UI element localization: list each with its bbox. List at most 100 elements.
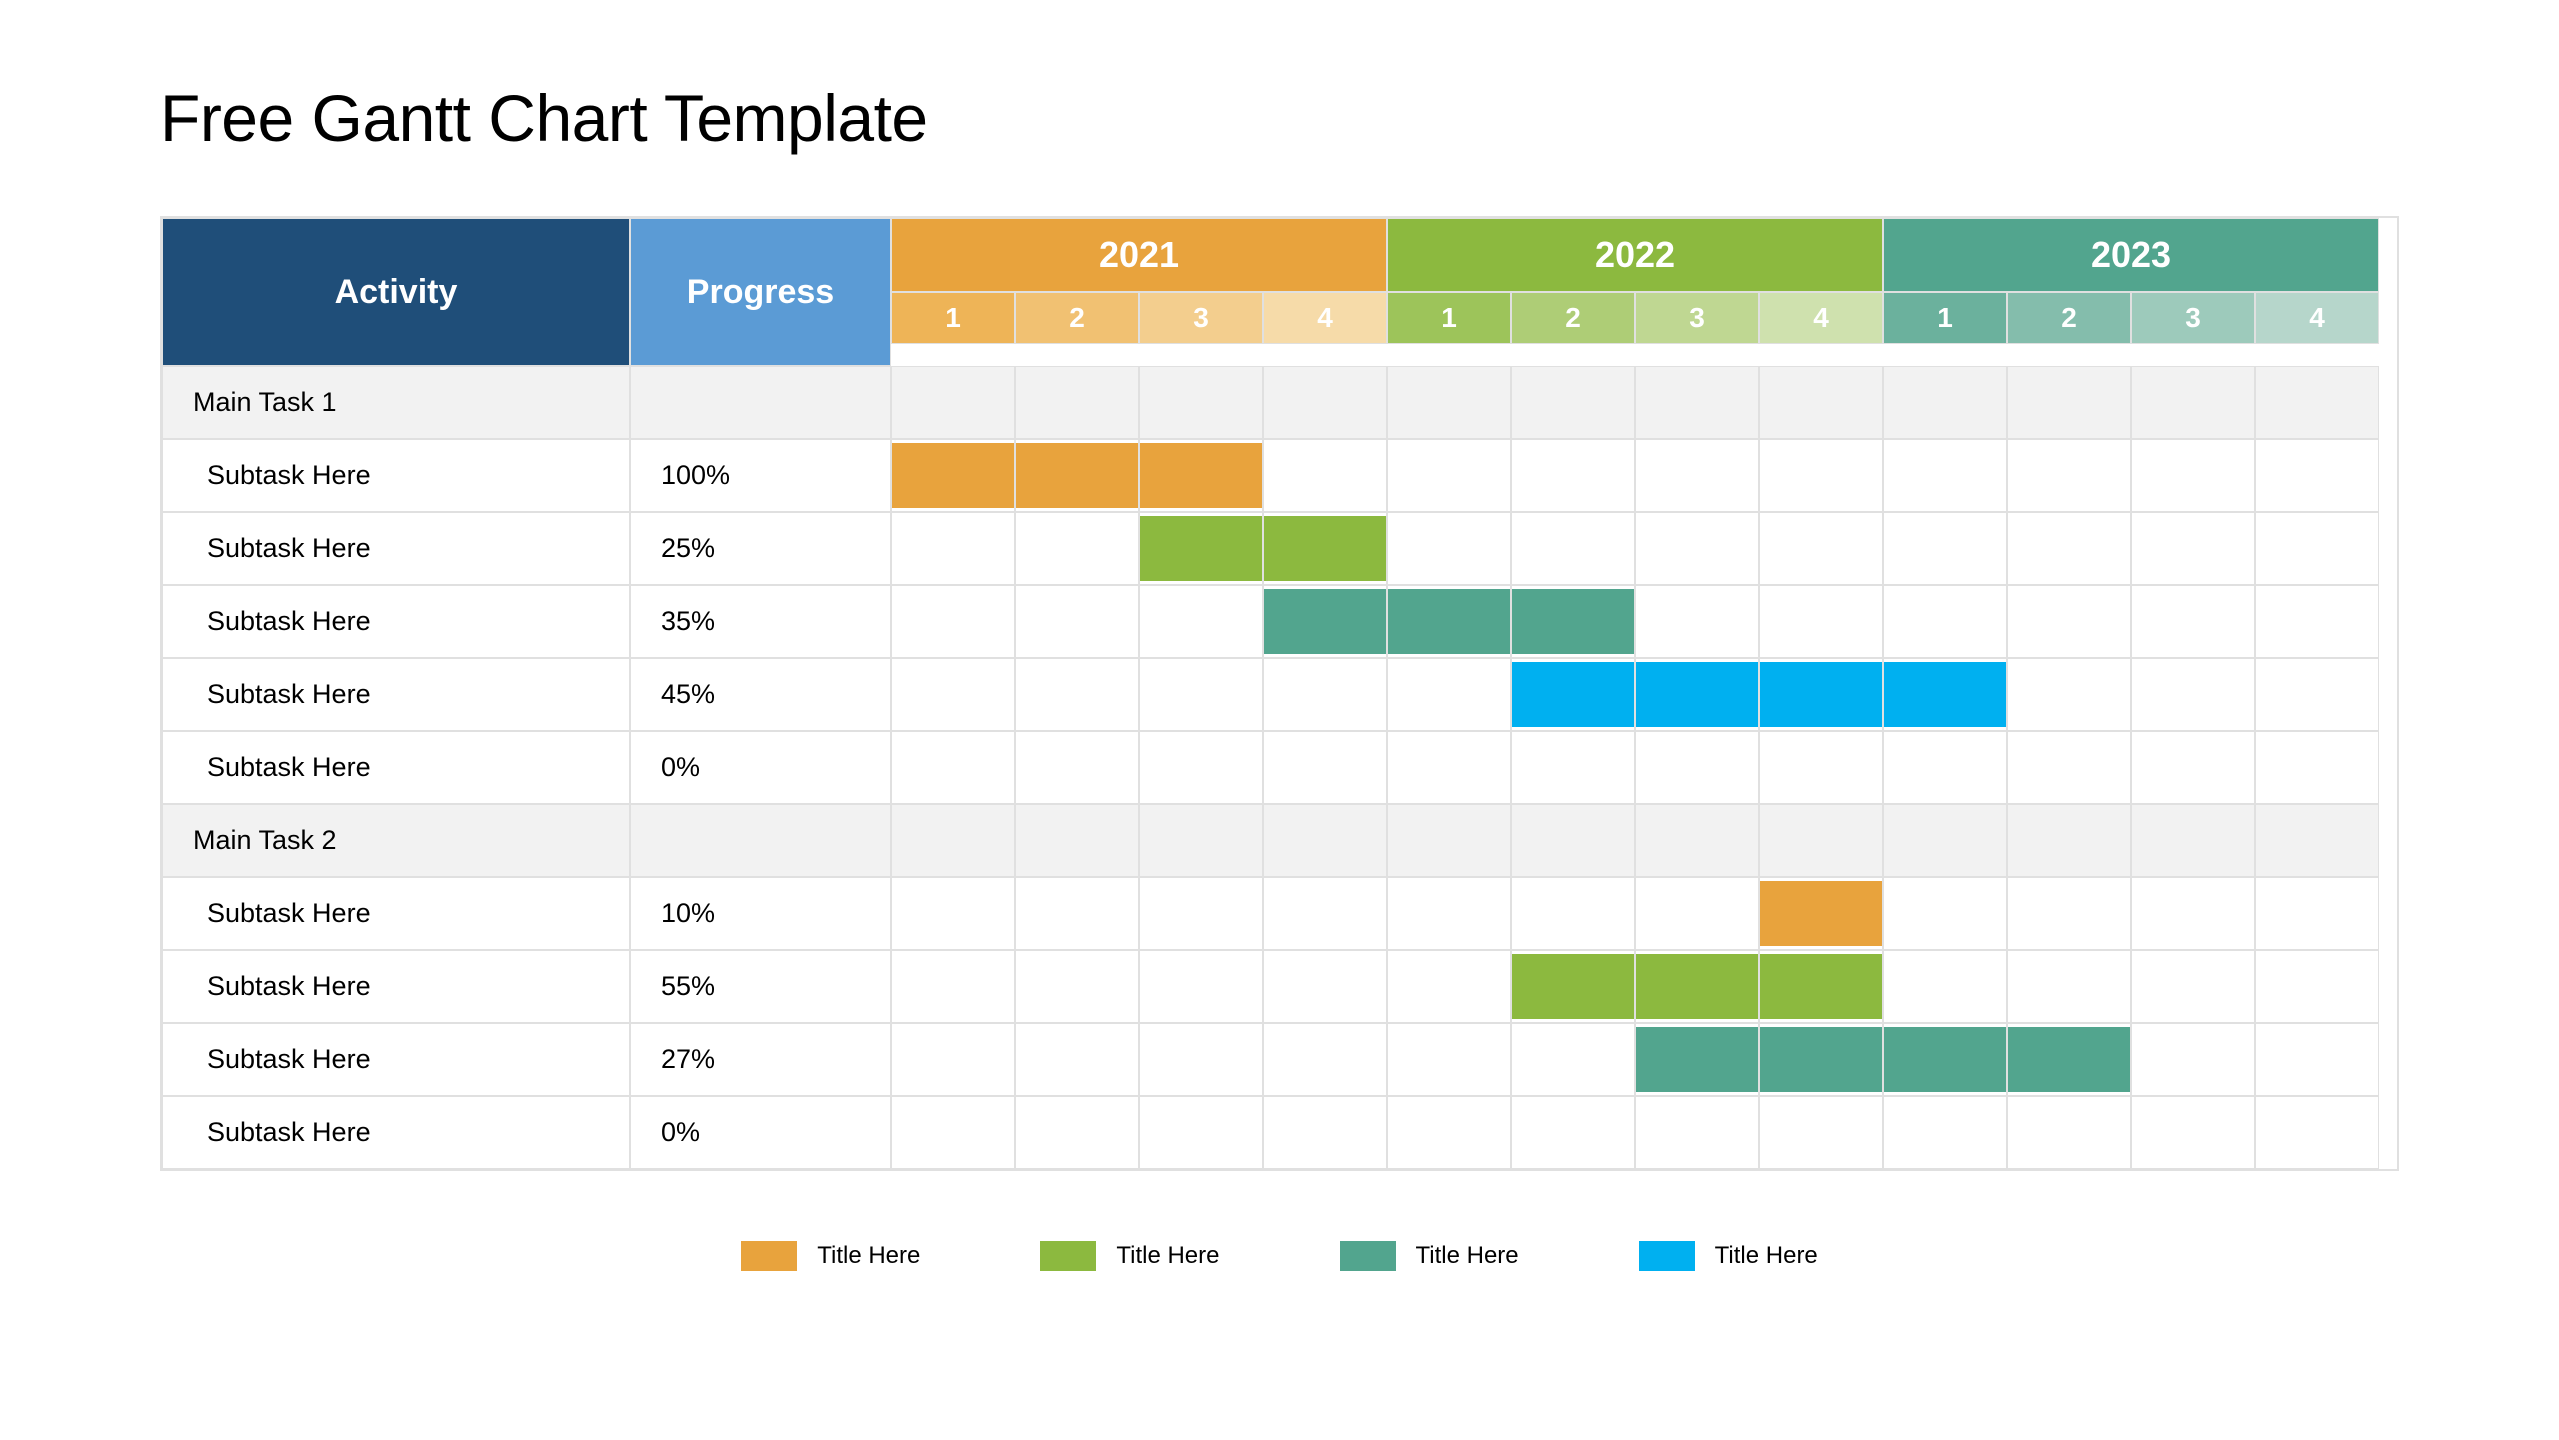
timeline-cell xyxy=(2255,366,2379,439)
timeline-cell xyxy=(1263,1023,1387,1096)
timeline-cell xyxy=(1387,512,1511,585)
timeline-cell xyxy=(1511,658,1635,731)
timeline-cell xyxy=(2007,366,2131,439)
timeline-cell xyxy=(2007,950,2131,1023)
timeline-cell xyxy=(2007,731,2131,804)
progress-cell: 0% xyxy=(630,1096,891,1169)
header-progress: Progress xyxy=(630,218,891,366)
header-activity: Activity xyxy=(162,218,630,366)
timeline-cell xyxy=(1387,366,1511,439)
timeline-cell xyxy=(1139,731,1263,804)
legend-swatch-icon xyxy=(1340,1241,1396,1271)
timeline-cell xyxy=(1015,950,1139,1023)
timeline-cell xyxy=(2255,950,2379,1023)
activity-cell: Main Task 1 xyxy=(162,366,630,439)
activity-cell: Subtask Here xyxy=(162,731,630,804)
timeline-cell xyxy=(1139,877,1263,950)
timeline-cell xyxy=(2007,585,2131,658)
activity-cell: Subtask Here xyxy=(162,1096,630,1169)
timeline-cell xyxy=(2007,512,2131,585)
progress-cell: 45% xyxy=(630,658,891,731)
legend-label: Title Here xyxy=(1715,1242,1818,1270)
timeline-cell xyxy=(1511,512,1635,585)
timeline-cell xyxy=(1015,439,1139,512)
timeline-cell xyxy=(1263,366,1387,439)
gantt-bar xyxy=(1760,662,1882,727)
timeline-cell xyxy=(2007,804,2131,877)
timeline-cell xyxy=(2255,1096,2379,1169)
progress-cell xyxy=(630,804,891,877)
gantt-bar xyxy=(1512,954,1634,1019)
timeline-cell xyxy=(2131,877,2255,950)
progress-cell: 55% xyxy=(630,950,891,1023)
subtask-row: Subtask Here10% xyxy=(162,877,2397,950)
legend-label: Title Here xyxy=(817,1242,920,1270)
header-quarter: 4 xyxy=(1759,292,1883,344)
timeline-cell xyxy=(1759,1096,1883,1169)
timeline-cell xyxy=(1635,1023,1759,1096)
progress-cell: 25% xyxy=(630,512,891,585)
main-task-row: Main Task 2 xyxy=(162,804,2397,877)
progress-cell: 100% xyxy=(630,439,891,512)
timeline-cell xyxy=(2131,585,2255,658)
timeline-cell xyxy=(1635,877,1759,950)
timeline-cell xyxy=(1759,439,1883,512)
timeline-cell xyxy=(1883,731,2007,804)
timeline-cell xyxy=(1759,1023,1883,1096)
subtask-row: Subtask Here0% xyxy=(162,1096,2397,1169)
subtask-row: Subtask Here55% xyxy=(162,950,2397,1023)
timeline-cell xyxy=(1015,366,1139,439)
header-quarter: 1 xyxy=(891,292,1015,344)
timeline-cell xyxy=(2255,439,2379,512)
timeline-cell xyxy=(1883,950,2007,1023)
header-quarter: 3 xyxy=(1635,292,1759,344)
timeline-cell xyxy=(2255,1023,2379,1096)
gantt-bar xyxy=(1760,954,1882,1019)
timeline-cell xyxy=(1139,658,1263,731)
timeline-cell xyxy=(1883,804,2007,877)
gantt-body: Main Task 1Subtask Here100%Subtask Here2… xyxy=(162,366,2397,1169)
gantt-bar xyxy=(892,443,1014,508)
timeline-cell xyxy=(1635,804,1759,877)
timeline-cell xyxy=(1387,877,1511,950)
gantt-bar xyxy=(1264,589,1386,654)
timeline-cell xyxy=(891,658,1015,731)
timeline-cell xyxy=(1883,877,2007,950)
timeline-cell xyxy=(1015,1023,1139,1096)
timeline-cell xyxy=(2007,658,2131,731)
header-quarter: 1 xyxy=(1883,292,2007,344)
activity-cell: Subtask Here xyxy=(162,877,630,950)
legend: Title Here Title Here Title Here Title H… xyxy=(160,1241,2399,1271)
gantt-bar xyxy=(1636,1027,1758,1092)
timeline-cell xyxy=(1635,731,1759,804)
timeline-cell xyxy=(1635,950,1759,1023)
timeline-cell xyxy=(1139,585,1263,658)
legend-swatch-icon xyxy=(1639,1241,1695,1271)
gantt-bar xyxy=(1760,881,1882,946)
timeline-cell xyxy=(2007,439,2131,512)
timeline-cell xyxy=(1387,658,1511,731)
timeline-cell xyxy=(2255,658,2379,731)
timeline-cell xyxy=(1139,366,1263,439)
gantt-bar xyxy=(1388,589,1510,654)
timeline-cell xyxy=(1635,585,1759,658)
timeline-cell xyxy=(1759,877,1883,950)
timeline-cell xyxy=(1139,1096,1263,1169)
timeline-cell xyxy=(2131,950,2255,1023)
timeline-cell xyxy=(1635,1096,1759,1169)
timeline-cell xyxy=(1635,658,1759,731)
gantt-header: Activity Progress 2021 2022 2023 1 2 3 4… xyxy=(162,218,2397,366)
timeline-cell xyxy=(1387,1023,1511,1096)
header-quarter: 4 xyxy=(2255,292,2379,344)
header-year-2022: 2022 xyxy=(1387,218,1883,292)
gantt-bar xyxy=(1884,662,2006,727)
timeline-cell xyxy=(2007,877,2131,950)
timeline-cell xyxy=(891,512,1015,585)
timeline-cell xyxy=(1883,439,2007,512)
main-task-row: Main Task 1 xyxy=(162,366,2397,439)
timeline-cell xyxy=(2255,512,2379,585)
activity-cell: Subtask Here xyxy=(162,585,630,658)
activity-cell: Subtask Here xyxy=(162,658,630,731)
timeline-cell xyxy=(1883,366,2007,439)
timeline-cell xyxy=(2131,512,2255,585)
